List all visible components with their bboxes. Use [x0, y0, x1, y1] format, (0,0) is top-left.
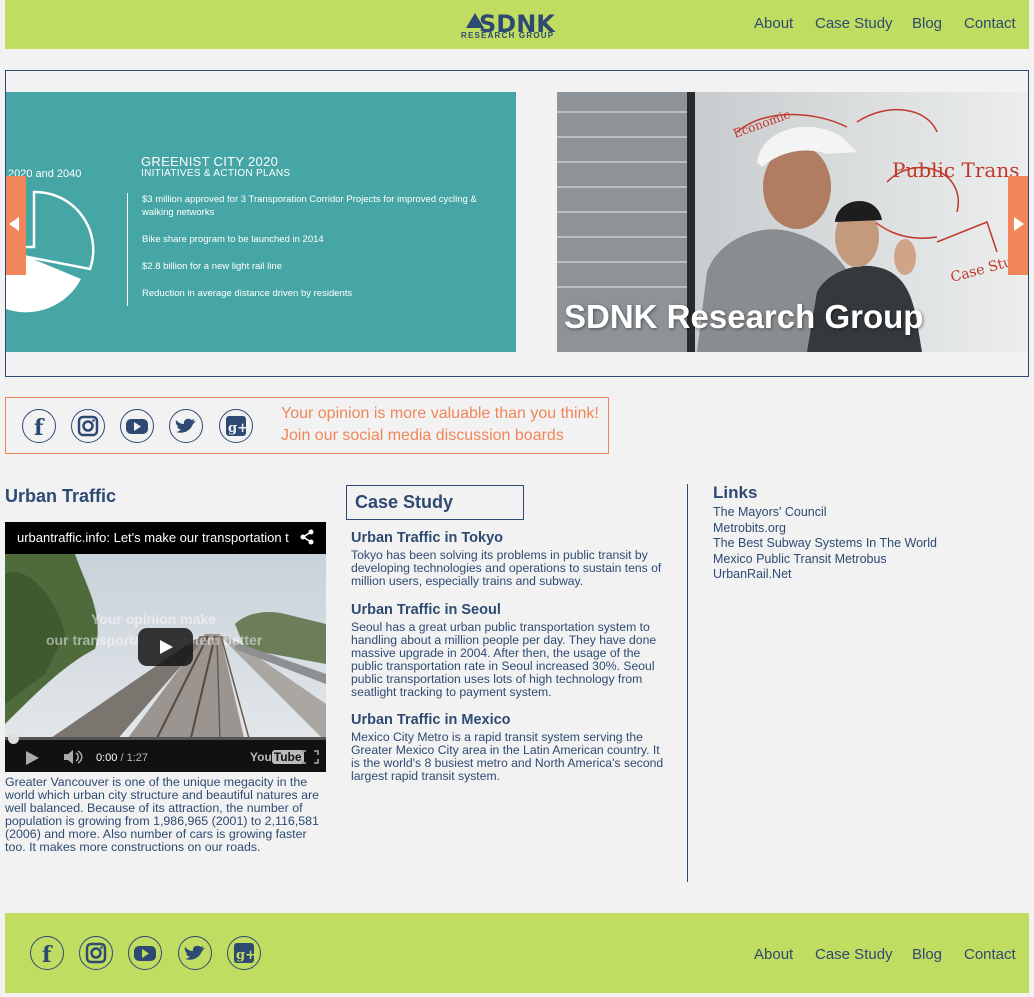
link-best-subway-systems[interactable]: The Best Subway Systems In The World [713, 536, 937, 550]
link-mexico-metrobus[interactable]: Mexico Public Transit Metrobus [713, 552, 887, 566]
footer-nav-about[interactable]: About [754, 946, 793, 963]
control-play-icon[interactable] [26, 751, 39, 765]
svg-text:f: f [42, 942, 53, 968]
link-metrobits[interactable]: Metrobits.org [713, 521, 786, 535]
video-title[interactable]: urbantraffic.info: Let's make our transp… [17, 530, 292, 545]
facebook-icon[interactable]: f [22, 409, 56, 443]
instagram-icon[interactable] [71, 409, 105, 443]
social-discussion-box: f g+ Your opinion is more valuable than … [5, 397, 609, 454]
share-icon[interactable] [299, 529, 315, 545]
video-scrubber-handle[interactable] [8, 733, 19, 744]
nav-about[interactable]: About [754, 15, 793, 32]
case-study-heading-tokyo[interactable]: Urban Traffic in Tokyo [351, 530, 503, 546]
board-text: Public Trans [892, 158, 1019, 182]
twitter-icon[interactable] [169, 409, 203, 443]
youtube-logo-you: You [250, 750, 272, 764]
video-time: 0:00 / 1:27 [96, 752, 148, 764]
case-study-text-mexico: Mexico City Metro is a rapid transit sys… [351, 730, 664, 783]
case-study-heading-seoul[interactable]: Urban Traffic in Seoul [351, 602, 501, 618]
slide-research-group-photo: Public Trans Economic Case Study SDNK Re… [557, 92, 1028, 352]
nav-case-study[interactable]: Case Study [815, 15, 893, 32]
video-player[interactable]: urbantraffic.info: Let's make our transp… [5, 522, 326, 772]
video-duration: / 1:27 [120, 752, 149, 764]
fullscreen-icon[interactable] [301, 750, 319, 764]
slide-divider [127, 193, 128, 306]
logo-sub-text: RESEARCH GROUP [461, 31, 555, 40]
nav-contact[interactable]: Contact [964, 15, 1016, 32]
google-plus-icon[interactable]: g+ [227, 936, 261, 970]
slide-title: GREENIST CITY 2020 [141, 154, 279, 169]
svg-text:g+: g+ [236, 948, 256, 963]
video-play-button[interactable] [138, 628, 193, 666]
twitter-icon[interactable] [178, 936, 212, 970]
image-slider: 2020 and 2040 GREENIST CITY 2020 INITIAT… [5, 70, 1029, 377]
play-icon [160, 640, 173, 654]
video-overlay-line1: Your opinion make [91, 611, 216, 627]
chevron-right-icon [1014, 217, 1024, 231]
slider-next-button[interactable] [1008, 176, 1028, 275]
facebook-icon[interactable]: f [30, 936, 64, 970]
footer-nav-case-study[interactable]: Case Study [815, 946, 893, 963]
social-text-line1: Your opinion is more valuable than you t… [281, 405, 599, 422]
urban-traffic-title: Urban Traffic [5, 486, 117, 506]
slide-subtitle: INITIATIVES & ACTION PLANS [141, 168, 291, 179]
case-study-text-tokyo: Tokyo has been solving its problems in p… [351, 548, 662, 588]
link-mayors-council[interactable]: The Mayors' Council [713, 505, 827, 519]
slide-caption: SDNK Research Group [564, 298, 924, 335]
slide-item: Bike share program to be launched in 201… [142, 234, 324, 245]
youtube-logo[interactable]: You Tube [250, 750, 304, 764]
slide-item: $2.8 billion for a new light rail line [142, 261, 282, 272]
footer-nav-contact[interactable]: Contact [964, 946, 1016, 963]
case-study-heading-mexico[interactable]: Urban Traffic in Mexico [351, 712, 511, 728]
youtube-icon[interactable] [120, 409, 154, 443]
google-plus-icon[interactable]: g+ [219, 409, 253, 443]
instagram-icon[interactable] [79, 936, 113, 970]
svg-text:f: f [34, 415, 45, 441]
urban-traffic-paragraph: Greater Vancouver is one of the unique m… [5, 775, 320, 854]
footer-nav-blog[interactable]: Blog [912, 946, 942, 963]
case-study-title: Case Study [355, 492, 454, 512]
nav-blog[interactable]: Blog [912, 15, 942, 32]
column-divider [687, 484, 688, 882]
svg-text:g+: g+ [228, 421, 248, 436]
case-study-text-seoul: Seoul has a great urban public transport… [351, 620, 657, 699]
youtube-logo-tube: Tube [271, 750, 304, 764]
link-urbanrail[interactable]: UrbanRail.Net [713, 567, 792, 581]
slide-item: $3 million approved for 3 Transporation … [142, 194, 477, 218]
case-study-heading-box: Case Study [346, 485, 524, 520]
youtube-icon[interactable] [128, 936, 162, 970]
sdnk-logo[interactable]: SDNK RESEARCH GROUP [461, 10, 586, 40]
header: SDNK RESEARCH GROUP About Case Study Blo… [5, 0, 1029, 49]
video-controls: 0:00 / 1:27 You Tube [5, 733, 326, 772]
slide-greenest-city: 2020 and 2040 GREENIST CITY 2020 INITIAT… [6, 92, 516, 352]
volume-icon[interactable] [63, 749, 85, 765]
video-current-time: 0:00 [96, 752, 118, 764]
footer: f g+ About Case Study Blog Contact [5, 913, 1029, 993]
links-title: Links [713, 483, 758, 502]
slider-prev-button[interactable] [6, 176, 26, 275]
social-text-line2: Join our social media discussion boards [281, 427, 564, 444]
chevron-left-icon [9, 217, 19, 231]
video-progress-bar[interactable] [5, 733, 326, 744]
slide-item: Reduction in average distance driven by … [142, 288, 353, 299]
